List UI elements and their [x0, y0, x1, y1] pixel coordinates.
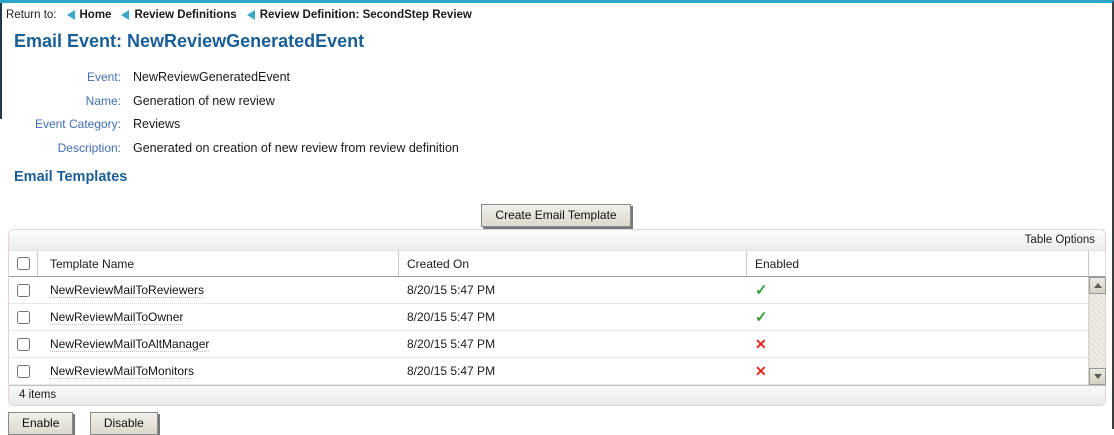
breadcrumb-arrow-icon — [67, 10, 75, 20]
detail-value: NewReviewGeneratedEvent — [133, 66, 290, 90]
table-options-strip: Table Options — [9, 230, 1105, 251]
breadcrumb-arrow-icon — [247, 10, 255, 20]
table-rows: NewReviewMailToReviewers 8/20/15 5:47 PM… — [9, 277, 1088, 385]
created-on-value: 8/20/15 5:47 PM — [399, 331, 747, 357]
column-header-created-on[interactable]: Created On — [399, 251, 747, 276]
scroll-up-icon — [1094, 283, 1102, 288]
enabled-status-icon: ✕ — [755, 337, 767, 351]
scroll-down-icon — [1094, 374, 1102, 379]
scrollbar-track[interactable] — [1089, 294, 1105, 368]
table-row[interactable]: NewReviewMailToOwner 8/20/15 5:47 PM ✓ — [9, 304, 1088, 331]
detail-value: Generated on creation of new review from… — [133, 137, 459, 161]
detail-row-event: Event: NewReviewGeneratedEvent — [0, 66, 1112, 90]
detail-label: Description: — [0, 137, 121, 161]
breadcrumb-link-review-definitions[interactable]: Review Definitions — [121, 9, 236, 21]
enabled-status-icon: ✓ — [755, 283, 768, 298]
detail-row-name: Name: Generation of new review — [0, 90, 1112, 114]
enabled-status-icon: ✕ — [755, 364, 767, 378]
table-row[interactable]: NewReviewMailToMonitors 8/20/15 5:47 PM … — [9, 358, 1088, 385]
detail-row-description: Description: Generated on creation of ne… — [0, 137, 1112, 161]
template-name-link[interactable]: NewReviewMailToReviewers — [50, 283, 204, 298]
breadcrumb-arrow-icon — [121, 10, 129, 20]
detail-label: Event Category: — [0, 113, 121, 137]
breadcrumb-link-home[interactable]: Home — [67, 9, 112, 21]
create-template-row: Create Email Template — [0, 204, 1112, 227]
table-body: NewReviewMailToReviewers 8/20/15 5:47 PM… — [9, 277, 1105, 385]
email-templates-heading: Email Templates — [14, 168, 1112, 186]
column-header-enabled[interactable]: Enabled — [747, 251, 1089, 276]
return-to-label: Return to: — [6, 9, 57, 21]
row-checkbox[interactable] — [17, 365, 30, 378]
created-on-value: 8/20/15 5:47 PM — [399, 304, 747, 330]
table-scrollbar[interactable] — [1088, 277, 1105, 385]
breadcrumb-link-review-definition[interactable]: Review Definition: SecondStep Review — [247, 9, 472, 21]
header-select-all-cell — [9, 251, 38, 276]
detail-value: Generation of new review — [133, 90, 275, 114]
row-checkbox[interactable] — [17, 284, 30, 297]
table-row[interactable]: NewReviewMailToAltManager 8/20/15 5:47 P… — [9, 331, 1088, 358]
page-title: Email Event: NewReviewGeneratedEvent — [14, 30, 1112, 52]
header-scrollbar-stub — [1089, 251, 1105, 276]
create-email-template-button[interactable]: Create Email Template — [481, 204, 630, 227]
created-on-value: 8/20/15 5:47 PM — [399, 358, 747, 384]
detail-row-category: Event Category: Reviews — [0, 113, 1112, 137]
row-checkbox[interactable] — [17, 338, 30, 351]
scroll-down-button[interactable] — [1089, 368, 1106, 385]
enable-button[interactable]: Enable — [8, 412, 73, 435]
detail-label: Name: — [0, 90, 121, 114]
detail-value: Reviews — [133, 113, 180, 137]
table-header-row: Template Name Created On Enabled — [9, 251, 1105, 277]
row-checkbox[interactable] — [17, 311, 30, 324]
template-name-link[interactable]: NewReviewMailToAltManager — [50, 337, 209, 352]
item-count: 4 items — [19, 389, 56, 401]
scroll-up-button[interactable] — [1089, 277, 1106, 294]
table-row[interactable]: NewReviewMailToReviewers 8/20/15 5:47 PM… — [9, 277, 1088, 304]
window-left-border — [0, 3, 2, 119]
bulk-actions: Enable Disable — [8, 412, 1112, 435]
enabled-status-icon: ✓ — [755, 310, 768, 325]
created-on-value: 8/20/15 5:47 PM — [399, 277, 747, 303]
event-details: Event: NewReviewGeneratedEvent Name: Gen… — [0, 66, 1112, 160]
select-all-checkbox[interactable] — [17, 257, 30, 270]
disable-button[interactable]: Disable — [90, 412, 158, 435]
breadcrumb: Return to: Home Review Definitions Revie… — [0, 3, 1112, 21]
table-footer: 4 items — [9, 385, 1105, 405]
template-name-link[interactable]: NewReviewMailToMonitors — [50, 364, 194, 379]
email-templates-table: Table Options Template Name Created On E… — [8, 229, 1106, 406]
detail-label: Event: — [0, 66, 121, 90]
column-header-template-name[interactable]: Template Name — [38, 251, 399, 276]
table-options-link[interactable]: Table Options — [1025, 234, 1095, 246]
template-name-link[interactable]: NewReviewMailToOwner — [50, 310, 183, 325]
